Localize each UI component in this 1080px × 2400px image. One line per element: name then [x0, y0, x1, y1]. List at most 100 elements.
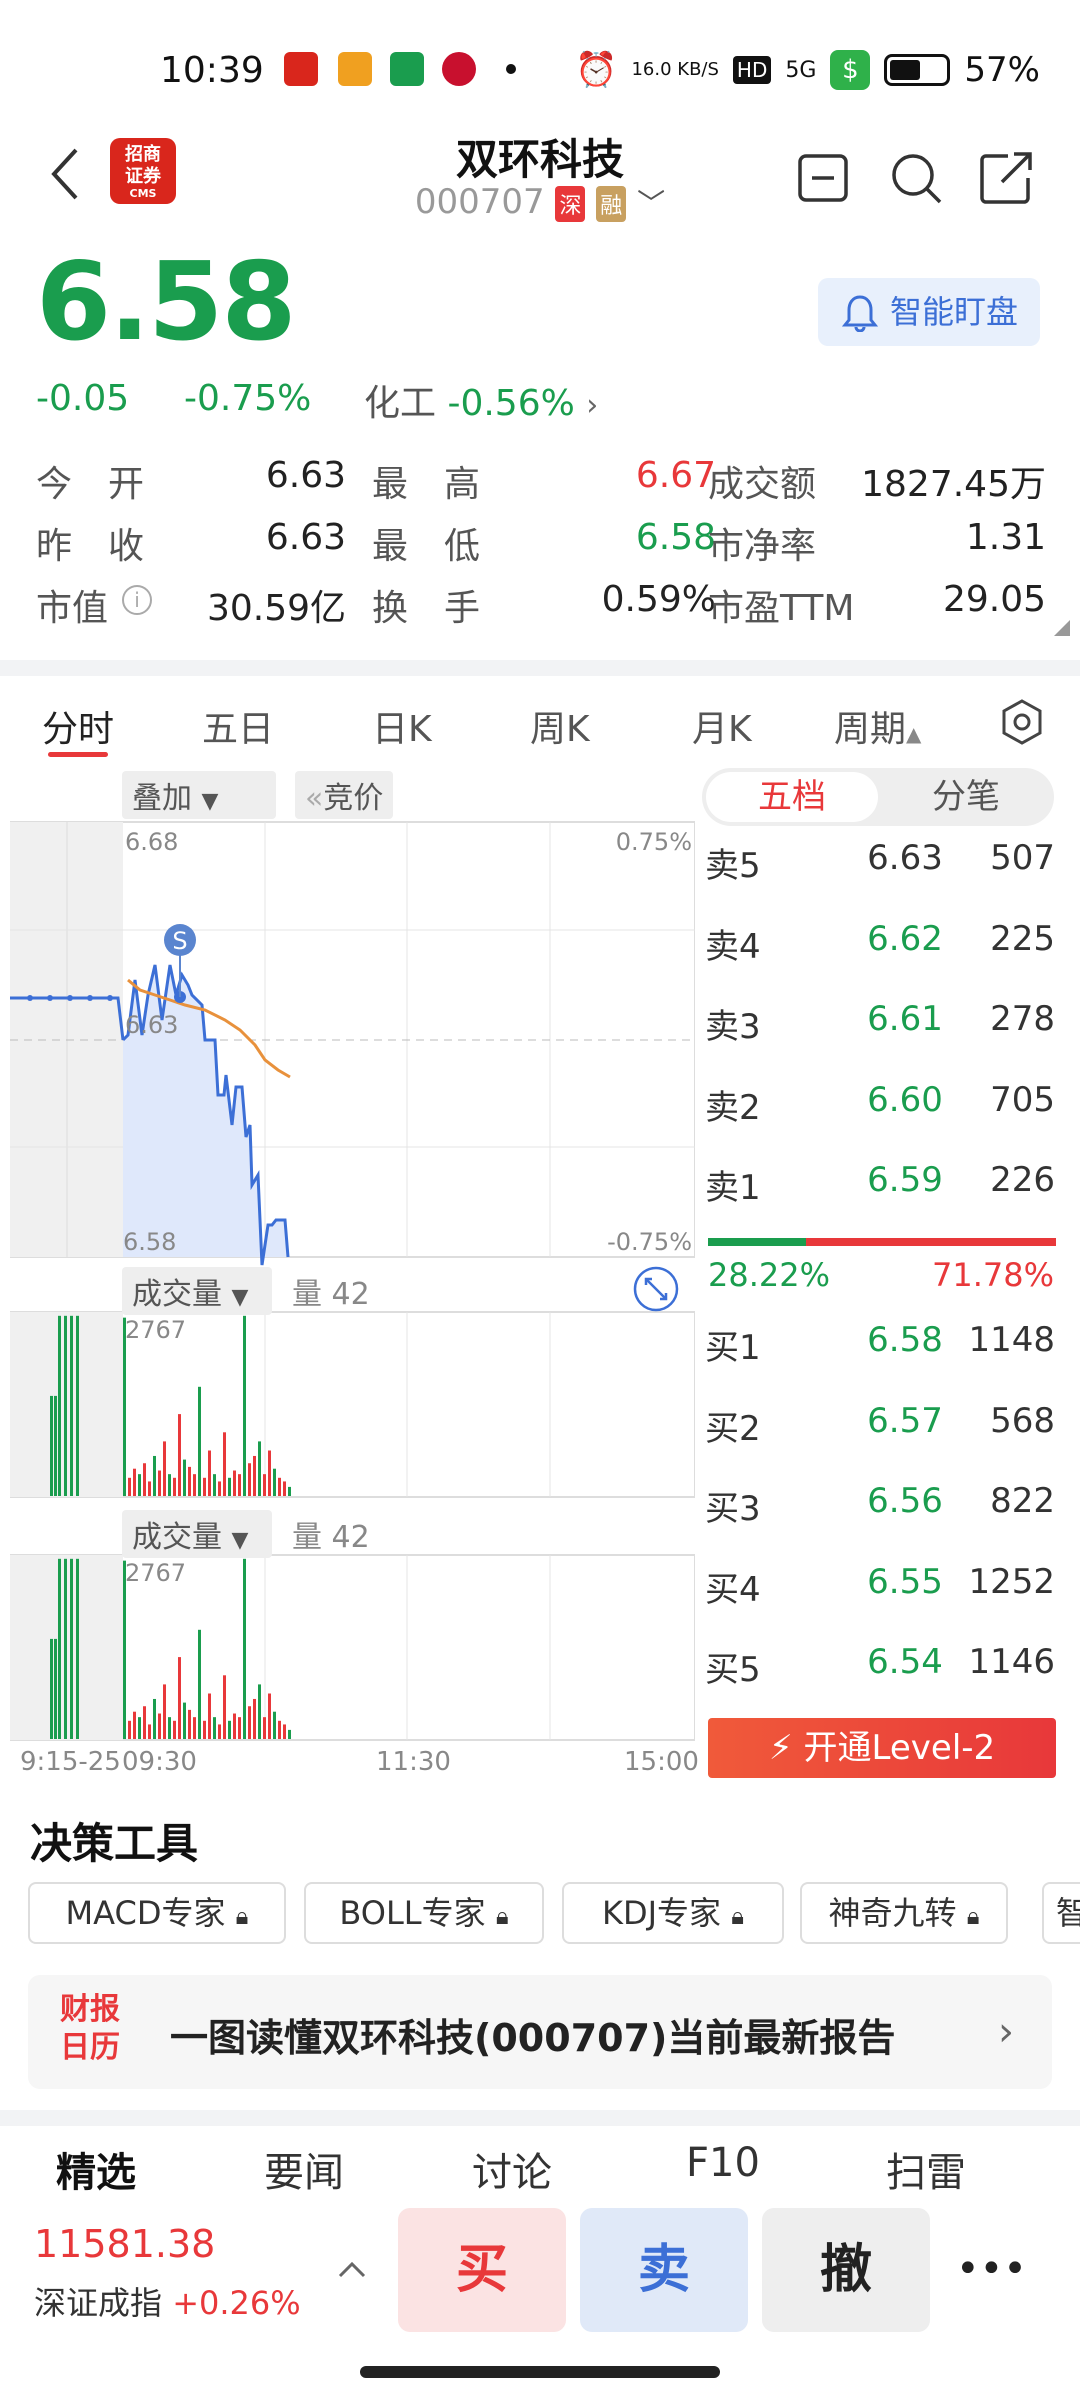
volume-label-2: 成交量 [132, 1520, 222, 1555]
financial-report-card[interactable]: 财报 日历 一图读懂双环科技(000707)当前最新报告 › [28, 1975, 1052, 2089]
postal-notification-icon [390, 52, 424, 86]
last-price: 6.58 [36, 240, 296, 365]
tab-weekly-k[interactable]: 周K [530, 700, 590, 752]
bid-row[interactable]: 买2 6.57 568 [705, 1401, 1055, 1481]
fullscreen-expand-icon[interactable] [632, 1265, 680, 1313]
intraday-chart[interactable]: S 6.68 6.63 6.58 0.75% -0.75% 2767 2767 … [9, 765, 699, 1777]
pct-axis-bottom: -0.75% [607, 1228, 692, 1256]
volume-bar [268, 1450, 271, 1496]
price-axis-bottom: 6.58 [123, 1228, 176, 1256]
overlay-dropdown[interactable]: 叠加 ▼ [122, 771, 276, 819]
bid-price: 6.58 [867, 1320, 943, 1360]
ask-volume: 705 [990, 1079, 1055, 1120]
prev-close-label: 昨 收 [36, 526, 145, 567]
wallet-notification-icon [338, 52, 372, 86]
home-indicator[interactable] [360, 2366, 720, 2378]
tab-monthly-k[interactable]: 月K [692, 700, 752, 752]
bank-notification-icon [442, 52, 476, 86]
settings-hexagon-icon[interactable] [998, 698, 1046, 746]
pct-axis-top: 0.75% [616, 828, 692, 856]
ask-row[interactable]: 卖4 6.62 225 [705, 919, 1055, 999]
net-speed: 16.0 KB/S [631, 59, 719, 80]
volume-bar [188, 1466, 191, 1496]
ask-row[interactable]: 卖5 6.63 507 [705, 838, 1055, 918]
tool-magic-nine-button[interactable]: 神奇九转 🔒︎ [800, 1882, 1008, 1944]
tab-five-levels[interactable]: 五档 [706, 772, 878, 822]
dropdown-caret-icon: ▼ [231, 1528, 249, 1553]
tab-discussion[interactable]: 讨论 [472, 2140, 552, 2198]
tab-featured[interactable]: 精选 [56, 2140, 136, 2198]
tab-intraday[interactable]: 分时 [42, 700, 114, 752]
volume-bar [273, 1711, 276, 1739]
info-icon[interactable]: i [122, 585, 152, 615]
tab-five-day[interactable]: 五日 [202, 700, 274, 752]
tool-more-button[interactable]: 智 [1042, 1882, 1080, 1944]
volume-bar [148, 1724, 151, 1739]
sector-link[interactable]: 化工 -0.56% › [364, 374, 598, 426]
bid-price: 6.56 [867, 1481, 943, 1521]
expand-corner-icon[interactable] [1054, 620, 1070, 636]
tab-f10[interactable]: F10 [686, 2140, 760, 2186]
prev-close-value: 6.63 [265, 517, 346, 558]
ask-level-label: 卖3 [705, 1007, 761, 1047]
bid-volume: 1148 [968, 1320, 1055, 1360]
auction-label: 竞价 [323, 781, 384, 816]
auction-toggle[interactable]: «竞价 [295, 771, 394, 819]
share-icon[interactable] [978, 150, 1034, 206]
bid-level-label: 买4 [705, 1569, 761, 1610]
tab-period[interactable]: 周期▲ [834, 700, 921, 752]
ask-price: 6.62 [867, 918, 943, 959]
buy-button[interactable]: 买 [398, 2208, 566, 2332]
volume-bar [278, 1477, 281, 1496]
ask-level-label: 卖4 [705, 926, 761, 967]
volume-bar [193, 1717, 196, 1739]
bid-row[interactable]: 买3 6.56 822 [705, 1481, 1055, 1561]
volume-bar [243, 1558, 246, 1739]
chevron-up-icon[interactable] [336, 2258, 368, 2282]
minimize-icon[interactable] [796, 150, 852, 206]
bid-ratio-bar [708, 1238, 807, 1246]
dropdown-caret-icon: ▼ [201, 789, 219, 814]
tab-daily-k[interactable]: 日K [372, 700, 432, 752]
tool-kdj-button[interactable]: KDJ专家 🔒︎ [562, 1882, 784, 1944]
bid-row[interactable]: 买4 6.55 1252 [705, 1562, 1055, 1642]
sector-change: -0.56% [447, 383, 575, 424]
ask-level-label: 卖2 [705, 1087, 761, 1128]
volume-axis-max-2: 2767 [125, 1559, 186, 1587]
tool-boll-button[interactable]: BOLL专家 🔒︎ [304, 1882, 544, 1944]
battery-percent: 57% [964, 50, 1040, 90]
sell-button[interactable]: 卖 [580, 2208, 748, 2332]
volume-bar [278, 1720, 281, 1739]
volume-bar [128, 1477, 131, 1496]
bid-level-label: 买1 [705, 1328, 761, 1368]
tool-macd-button[interactable]: MACD专家 🔒︎ [28, 1882, 286, 1944]
cancel-order-button[interactable]: 撤 [762, 2208, 930, 2332]
tab-risk-scan[interactable]: 扫雷 [886, 2140, 966, 2198]
more-icon[interactable]: ••• [956, 2246, 1027, 2292]
amount-value: 1827.45万 [861, 464, 1046, 505]
bid-row[interactable]: 买5 6.54 1146 [705, 1642, 1055, 1722]
volume-indicator-dropdown-2[interactable]: 成交量 ▼ [122, 1510, 272, 1558]
pb-label: 市净率 [708, 526, 817, 567]
bid-row[interactable]: 买1 6.58 1148 [705, 1320, 1055, 1400]
volume-bar [168, 1474, 171, 1496]
open-level2-button[interactable]: ⚡ 开通Level-2 [708, 1718, 1056, 1778]
bid-volume: 822 [990, 1481, 1055, 1521]
ask-level-label: 卖5 [705, 846, 761, 886]
section-divider-2 [0, 2110, 1080, 2126]
ask-volume: 226 [990, 1160, 1055, 1200]
volume-bar [248, 1706, 251, 1739]
tab-ticks[interactable]: 分笔 [882, 772, 1050, 822]
index-info[interactable]: 深证成指 +0.26% [34, 2278, 301, 2324]
stock-header: 招商证券 CMS 双环科技 000707 深 融 ﹀ [0, 120, 1080, 240]
volume-indicator-dropdown-1[interactable]: 成交量 ▼ [122, 1267, 272, 1315]
ask-row[interactable]: 卖3 6.61 278 [705, 999, 1055, 1079]
tab-news[interactable]: 要闻 [264, 2140, 344, 2198]
smart-watch-button[interactable]: 智能盯盘 [818, 278, 1040, 346]
volume-value-1: 量 42 [292, 1277, 370, 1312]
search-icon[interactable] [888, 150, 944, 206]
ask-row[interactable]: 卖2 6.60 705 [705, 1080, 1055, 1160]
ask-row[interactable]: 卖1 6.59 226 [705, 1160, 1055, 1240]
volume-bar [148, 1481, 151, 1496]
sector-name: 化工 [364, 383, 437, 424]
